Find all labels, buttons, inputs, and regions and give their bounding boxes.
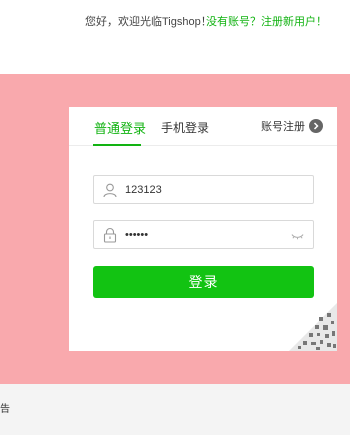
tab-normal-login[interactable]: 普通登录 — [94, 118, 146, 137]
password-input[interactable] — [125, 226, 295, 244]
register-new-user-link[interactable]: 没有账号？注册新用户！ — [206, 13, 327, 29]
account-register-link[interactable]: 账号注册 — [261, 118, 323, 134]
login-tabs: 普通登录 手机登录 账号注册 — [69, 107, 337, 146]
login-card: 普通登录 手机登录 账号注册 123123 登录 — [69, 107, 337, 351]
eye-closed-icon[interactable] — [291, 229, 304, 242]
login-banner: 普通登录 手机登录 账号注册 123123 登录 — [0, 74, 350, 384]
user-icon — [103, 183, 117, 198]
chevron-right-icon — [309, 119, 323, 133]
top-header: 您好，欢迎光临Tigshop！ 没有账号？注册新用户！ — [0, 0, 350, 74]
username-input[interactable] — [125, 181, 295, 199]
qr-code-login-icon[interactable] — [289, 303, 337, 351]
login-button[interactable]: 登录 — [93, 266, 314, 298]
account-register-label: 账号注册 — [261, 121, 305, 133]
footer-text: 告 — [0, 404, 10, 415]
password-field[interactable] — [93, 220, 314, 249]
footer: 告 — [0, 384, 350, 435]
welcome-text: 您好，欢迎光临Tigshop！ — [85, 16, 212, 28]
lock-icon — [103, 227, 117, 243]
active-tab-underline — [93, 144, 141, 146]
tab-phone-login[interactable]: 手机登录 — [161, 119, 209, 136]
username-field[interactable] — [93, 175, 314, 204]
